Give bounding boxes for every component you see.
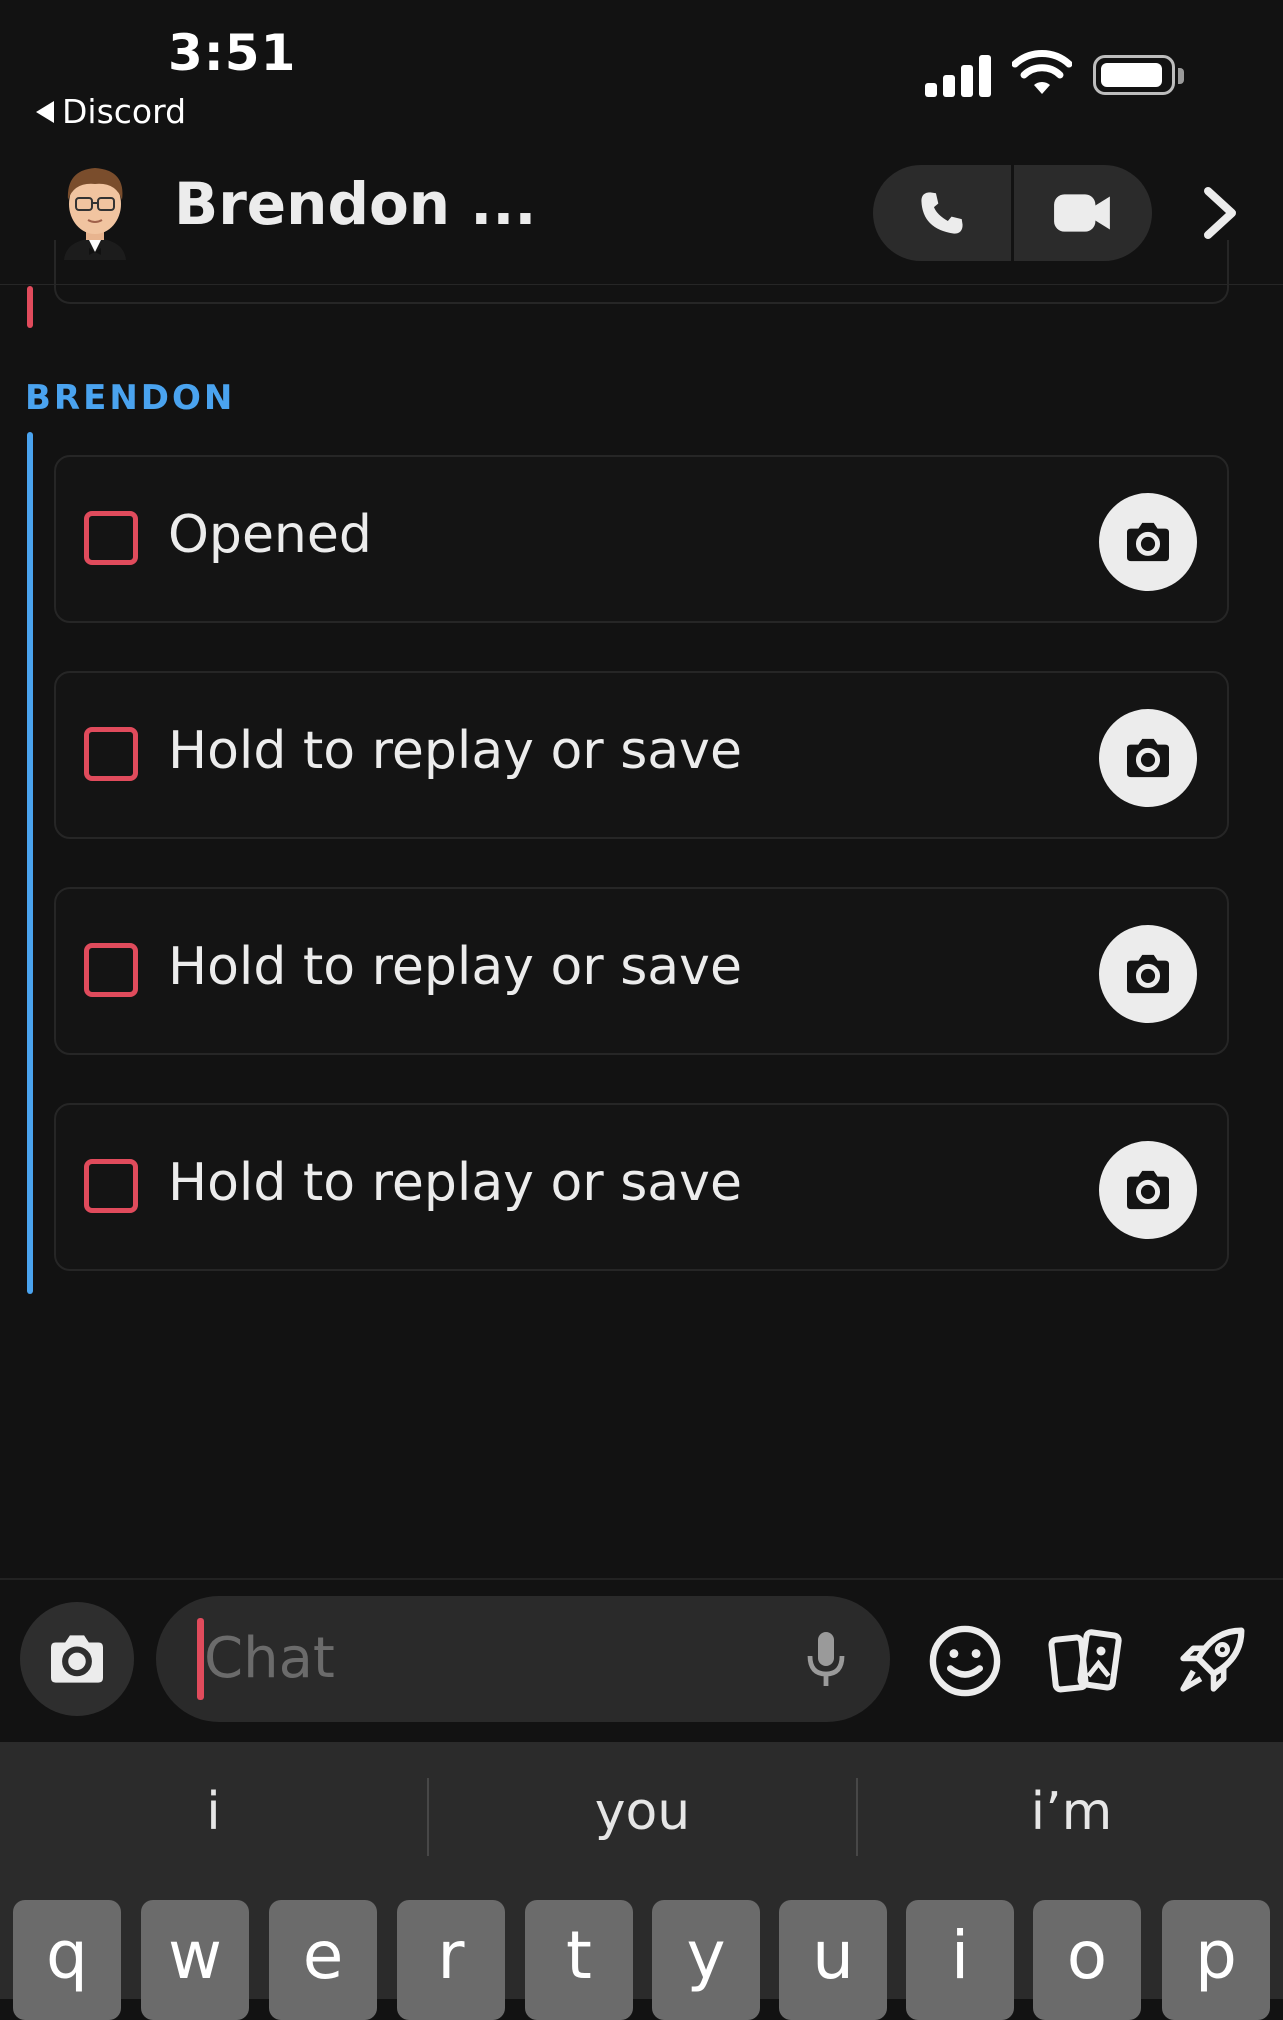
suggestion-2[interactable]: you	[429, 1782, 856, 1842]
cellular-signal-icon	[925, 55, 991, 97]
key-p[interactable]: p	[1162, 1900, 1270, 2020]
cards-icon	[1048, 1629, 1122, 1693]
suggestion-1[interactable]: i	[0, 1782, 427, 1842]
voice-note-button[interactable]	[796, 1628, 856, 1692]
snap-reply-camera-button[interactable]	[1099, 709, 1197, 807]
previous-message-bar	[27, 286, 33, 328]
key-w[interactable]: w	[141, 1900, 249, 2020]
snap-label: Hold to replay or save	[168, 937, 742, 997]
chat-placeholder: Chat	[204, 1626, 335, 1691]
back-app-label: Discord	[62, 92, 187, 131]
camera-icon	[1127, 1170, 1169, 1210]
snap-reply-camera-button[interactable]	[1099, 493, 1197, 591]
snap-status-icon	[84, 943, 138, 997]
battery-icon	[1093, 55, 1175, 95]
snap-item[interactable]: Hold to replay or save	[54, 887, 1229, 1055]
key-e[interactable]: e	[269, 1900, 377, 2020]
snap-label: Opened	[168, 505, 372, 565]
snap-item[interactable]: Hold to replay or save	[54, 671, 1229, 839]
camera-icon	[51, 1635, 103, 1683]
microphone-icon	[807, 1632, 845, 1686]
snap-label: Hold to replay or save	[168, 721, 742, 781]
text-caret	[197, 1618, 204, 1700]
key-y[interactable]: y	[652, 1900, 760, 2020]
snap-reply-camera-button[interactable]	[1099, 1141, 1197, 1239]
phone-icon	[921, 192, 963, 234]
snap-label: Hold to replay or save	[168, 1153, 742, 1213]
camera-icon	[1127, 522, 1169, 562]
snap-item[interactable]: Hold to replay or save	[54, 1103, 1229, 1271]
key-r[interactable]: r	[397, 1900, 505, 2020]
key-o[interactable]: o	[1033, 1900, 1141, 2020]
camera-icon	[1127, 954, 1169, 994]
snap-reply-camera-button[interactable]	[1099, 925, 1197, 1023]
key-u[interactable]: u	[779, 1900, 887, 2020]
camera-icon	[1127, 738, 1169, 778]
snap-item[interactable]: Opened	[54, 455, 1229, 623]
key-q[interactable]: q	[13, 1900, 121, 2020]
previous-message-card	[54, 240, 1229, 304]
snap-status-icon	[84, 727, 138, 781]
key-i[interactable]: i	[906, 1900, 1014, 2020]
sender-message-bar	[27, 432, 33, 1294]
wifi-icon	[1012, 50, 1072, 94]
smiley-icon	[929, 1625, 1001, 1697]
battery-tip	[1178, 68, 1184, 84]
back-triangle-icon	[36, 100, 54, 123]
back-to-app-link[interactable]: Discord	[36, 92, 186, 131]
rocket-icon	[1180, 1627, 1245, 1692]
snap-status-icon	[84, 1159, 138, 1213]
games-button[interactable]	[1168, 1618, 1254, 1704]
chevron-right-icon	[1204, 187, 1236, 239]
camera-button[interactable]	[20, 1602, 134, 1716]
suggestion-3[interactable]: i’m	[858, 1782, 1283, 1842]
memories-button[interactable]	[1044, 1620, 1128, 1702]
video-icon	[1054, 194, 1110, 232]
contact-name[interactable]: Brendon ...	[174, 170, 536, 238]
more-chevron-button[interactable]	[1180, 180, 1260, 246]
key-t[interactable]: t	[525, 1900, 633, 2020]
snap-status-icon	[84, 511, 138, 565]
sender-name: BRENDON	[25, 378, 236, 418]
emoji-button[interactable]	[924, 1620, 1006, 1702]
status-time: 3:51	[168, 24, 297, 82]
